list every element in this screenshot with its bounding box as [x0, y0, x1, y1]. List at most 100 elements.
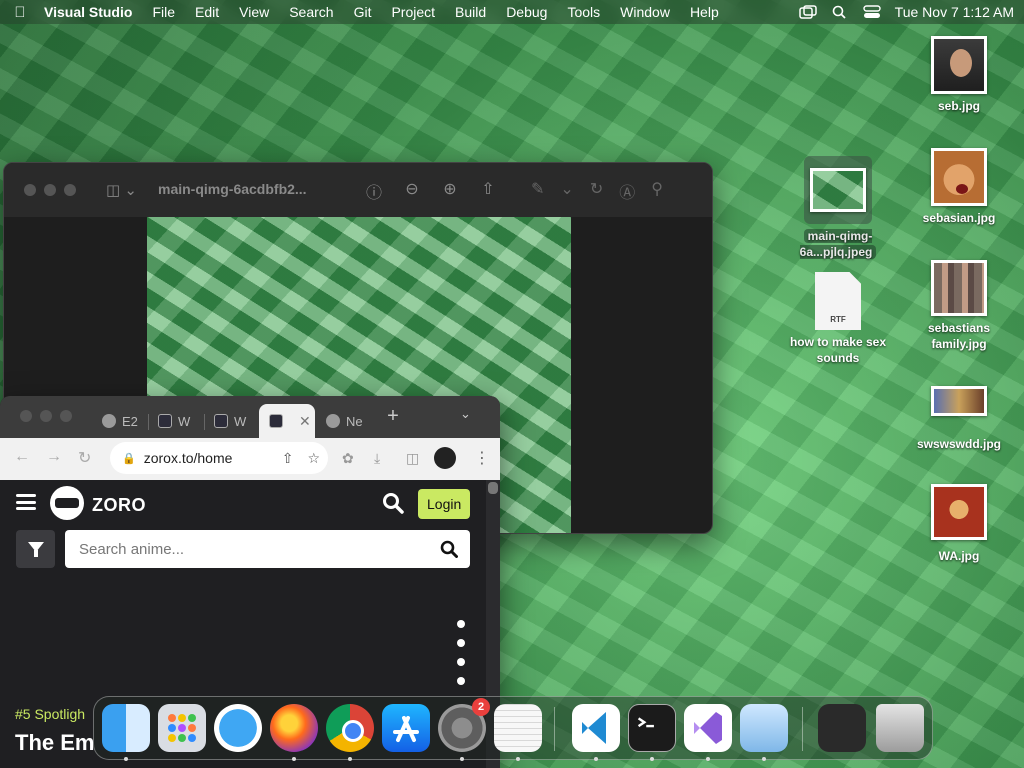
search-icon[interactable]: ⚲ — [651, 179, 663, 203]
forward-arrow-icon[interactable]: → — [46, 448, 62, 466]
menu-search[interactable]: Search — [279, 4, 343, 20]
download-icon[interactable]: ⤓ — [374, 450, 380, 467]
carousel-dot[interactable] — [457, 677, 465, 685]
close-window-button[interactable] — [24, 184, 36, 196]
carousel-dot[interactable] — [457, 620, 465, 628]
login-button[interactable]: Login — [418, 489, 471, 519]
running-indicator — [650, 757, 654, 761]
browser-tab[interactable]: E2 — [92, 404, 146, 438]
trash-icon[interactable] — [876, 704, 924, 752]
safari-icon[interactable] — [214, 704, 262, 752]
firefox-icon[interactable] — [270, 704, 318, 752]
desktop-file-sebastians-family[interactable]: sebastians family.jpg — [904, 260, 1014, 352]
visual-studio-icon[interactable] — [684, 704, 732, 752]
carousel-dot[interactable] — [457, 639, 465, 647]
search-submit-icon[interactable] — [440, 540, 458, 558]
sidebar-toggle-icon[interactable]: ◫ ⌄ — [106, 181, 137, 199]
menu-help[interactable]: Help — [680, 4, 729, 20]
browser-tab[interactable]: W — [148, 404, 202, 438]
tab-search-chevron-icon[interactable]: ⌄ — [460, 406, 471, 422]
minimize-window-button[interactable] — [44, 184, 56, 196]
preview-titlebar[interactable]: ◫ ⌄ main-qimg-6acdbfb2... ⓘ ⊖ ⊕ ⇧ ✎ ⌄ ↻ … — [4, 163, 712, 217]
terminal-icon[interactable] — [628, 704, 676, 752]
downloads-stack-icon[interactable] — [818, 704, 866, 752]
system-settings-icon[interactable]: 2 — [438, 698, 490, 752]
share-icon[interactable]: ⇧ — [282, 450, 294, 467]
zoro-logo-icon[interactable] — [50, 486, 84, 520]
menu-window[interactable]: Window — [610, 4, 680, 20]
menu-view[interactable]: View — [229, 4, 279, 20]
zoom-window-button[interactable] — [64, 184, 76, 196]
hamburger-menu-icon[interactable] — [16, 494, 36, 510]
browser-tab[interactable]: Ne — [316, 404, 370, 438]
image-thumbnail — [931, 484, 987, 540]
control-center-icon[interactable] — [862, 5, 881, 19]
bookmark-star-icon[interactable]: ☆ — [307, 450, 320, 467]
desktop-file-main-qimg[interactable]: main-qimg-6a...pjlq.jpeg — [783, 156, 893, 260]
preview-app-icon[interactable] — [740, 704, 788, 752]
anime-search-box — [65, 530, 470, 568]
info-icon[interactable]: ⓘ — [364, 179, 384, 203]
filter-icon[interactable] — [16, 530, 55, 568]
zoom-window-button[interactable] — [60, 410, 72, 422]
desktop-file-wa[interactable]: WA.jpg — [904, 484, 1014, 564]
anime-search-input[interactable] — [79, 540, 419, 558]
markup-menu-chevron-icon[interactable]: ⌄ — [560, 179, 573, 203]
carousel-dots — [457, 620, 465, 685]
extensions-icon[interactable]: ✿ — [342, 450, 354, 467]
app-store-icon[interactable] — [382, 704, 430, 752]
desktop-file-sebasian[interactable]: sebasian.jpg — [904, 148, 1014, 226]
dock-divider — [802, 707, 803, 751]
menu-bar:  Visual Studio File Edit View Search Gi… — [0, 0, 1024, 24]
rotate-icon[interactable]: ↻ — [590, 179, 603, 203]
menu-bar-clock[interactable]: Tue Nov 7 1:12 AM — [895, 4, 1014, 20]
close-tab-icon[interactable]: ✕ — [299, 413, 311, 430]
vscode-icon[interactable] — [572, 704, 620, 752]
profile-avatar-icon[interactable] — [434, 447, 456, 469]
browser-tab-active[interactable]: ✕ — [259, 404, 315, 438]
spotlight-title[interactable]: The Em — [15, 730, 94, 756]
close-window-button[interactable] — [20, 410, 32, 422]
browser-tab[interactable]: W — [204, 404, 258, 438]
textedit-icon[interactable] — [494, 704, 542, 752]
running-indicator — [460, 757, 464, 761]
menu-build[interactable]: Build — [445, 4, 496, 20]
side-panel-icon[interactable]: ◫ — [406, 450, 419, 467]
zoom-in-icon[interactable]: ⊕ — [440, 179, 460, 203]
menu-project[interactable]: Project — [381, 4, 445, 20]
launchpad-icon[interactable] — [158, 704, 206, 752]
back-arrow-icon[interactable]: ← — [14, 448, 30, 466]
minimize-window-button[interactable] — [40, 410, 52, 422]
image-thumbnail — [810, 168, 866, 212]
annotate-icon[interactable]: Ⓐ — [619, 179, 635, 203]
spotlight-search-icon[interactable] — [831, 5, 849, 19]
browser-menu-icon[interactable]: ⋮ — [474, 448, 490, 468]
share-icon[interactable]: ⇧ — [478, 179, 498, 203]
chrome-icon[interactable] — [326, 704, 374, 752]
window-switcher-icon[interactable] — [798, 5, 817, 19]
site-logo-text[interactable]: ZORO — [92, 495, 146, 516]
desktop-file-rtf-document[interactable]: RTF how to make sex sounds — [783, 272, 893, 366]
menu-app-name[interactable]: Visual Studio — [40, 4, 142, 20]
zoom-out-icon[interactable]: ⊖ — [402, 179, 422, 203]
address-bar[interactable]: 🔒 zorox.to/home ⇧ ☆ — [110, 442, 328, 474]
menu-git[interactable]: Git — [344, 4, 382, 20]
markup-pen-icon[interactable]: ✎ — [531, 179, 544, 203]
desktop-file-label: sebastians family.jpg — [927, 321, 991, 351]
menu-edit[interactable]: Edit — [185, 4, 229, 20]
running-indicator — [292, 757, 296, 761]
new-tab-button[interactable]: + — [382, 406, 404, 428]
scrollbar-thumb[interactable] — [488, 482, 498, 494]
menu-debug[interactable]: Debug — [496, 4, 557, 20]
reload-icon[interactable]: ↻ — [78, 448, 91, 468]
menu-tools[interactable]: Tools — [557, 4, 610, 20]
apple-menu-icon[interactable]:  — [0, 4, 40, 21]
browser-toolbar: ← → ↻ 🔒 zorox.to/home ⇧ ☆ ✿ ⤓ ◫ ⋮ — [0, 438, 500, 480]
finder-icon[interactable] — [102, 704, 150, 752]
image-thumbnail — [931, 386, 987, 416]
menu-file[interactable]: File — [142, 4, 185, 20]
site-search-icon[interactable] — [382, 492, 404, 514]
carousel-dot[interactable] — [457, 658, 465, 666]
desktop-file-seb[interactable]: seb.jpg — [904, 36, 1014, 114]
desktop-file-swswswdd[interactable]: swswswdd.jpg — [904, 386, 1014, 452]
